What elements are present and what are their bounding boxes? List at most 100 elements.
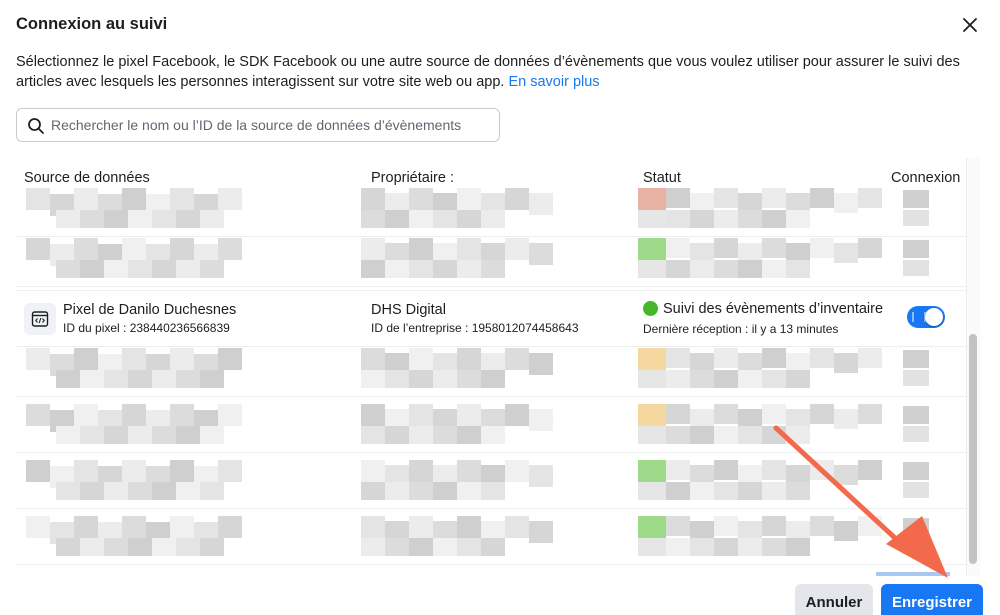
blurred-block [690, 426, 714, 444]
blurred-block [361, 516, 385, 538]
blurred-block [690, 370, 714, 388]
dialog-description: Sélectionnez le pixel Facebook, le SDK F… [16, 52, 976, 92]
blurred-block [529, 243, 553, 265]
blurred-block [385, 426, 409, 444]
blurred-block [26, 516, 50, 538]
blurred-block [176, 260, 200, 278]
blurred-block [714, 348, 738, 368]
blurred-block [122, 516, 146, 538]
row-divider [16, 286, 966, 287]
blurred-block [457, 538, 481, 556]
blurred-block [170, 460, 194, 482]
close-icon[interactable] [957, 12, 983, 38]
blurred-block [638, 404, 666, 426]
search-box[interactable] [16, 108, 500, 142]
save-button[interactable]: Enregistrer [881, 584, 983, 615]
blurred-block [152, 482, 176, 500]
blurred-block [409, 482, 433, 500]
blurred-block [56, 482, 80, 500]
search-input[interactable] [51, 109, 491, 141]
blurred-block [385, 260, 409, 278]
blurred-block [666, 426, 690, 444]
blurred-block [128, 482, 152, 500]
cancel-button[interactable]: Annuler [795, 584, 873, 615]
blurred-block [714, 460, 738, 480]
blurred-block [903, 370, 929, 386]
blurred-block [638, 348, 666, 370]
blurred-block [152, 210, 176, 228]
blurred-block [361, 426, 385, 444]
blurred-block [505, 460, 529, 482]
blurred-block [409, 460, 433, 482]
row-divider [16, 290, 966, 291]
blurred-block [638, 210, 666, 228]
connection-toggle[interactable] [907, 306, 945, 328]
blurred-block [457, 210, 481, 228]
description-text: Sélectionnez le pixel Facebook, le SDK F… [16, 54, 960, 90]
blurred-block [457, 516, 481, 538]
pixel-id: ID du pixel : 238440236566839 [63, 321, 230, 335]
blurred-block [457, 404, 481, 426]
blurred-block [786, 210, 810, 228]
blurred-block [122, 188, 146, 210]
blurred-block [433, 482, 457, 500]
blurred-block [218, 238, 242, 260]
header-status: Statut [643, 170, 681, 186]
blurred-block [762, 210, 786, 228]
blurred-block [858, 238, 882, 258]
blurred-block [903, 240, 929, 258]
blurred-block [56, 538, 80, 556]
blurred-block [457, 460, 481, 482]
blurred-block [26, 404, 50, 426]
blurred-block [128, 426, 152, 444]
blurred-block [122, 348, 146, 370]
blurred-block [433, 210, 457, 228]
blurred-block [529, 465, 553, 487]
blurred-block [176, 370, 200, 388]
blurred-block [457, 260, 481, 278]
learn-more-link[interactable]: En savoir plus [508, 74, 599, 90]
blurred-block [74, 348, 98, 370]
blurred-block [80, 370, 104, 388]
blurred-block [505, 404, 529, 426]
blurred-block [361, 238, 385, 260]
blurred-block [104, 426, 128, 444]
blurred-block [810, 238, 834, 258]
owner-id: ID de l’entreprise : 1958012074458643 [371, 321, 579, 335]
blurred-block [409, 404, 433, 426]
blurred-block [170, 516, 194, 538]
blurred-block [714, 210, 738, 228]
blurred-block [74, 460, 98, 482]
blurred-block [26, 460, 50, 482]
blurred-block [433, 260, 457, 278]
blurred-block [738, 538, 762, 556]
header-connection: Connexion [891, 170, 961, 186]
blurred-block [457, 188, 481, 210]
blurred-block [858, 188, 882, 208]
blurred-block [714, 516, 738, 536]
blurred-block [200, 426, 224, 444]
blurred-block [638, 370, 666, 388]
blurred-block [385, 538, 409, 556]
blurred-block [666, 460, 690, 480]
blurred-block [104, 538, 128, 556]
blurred-block [385, 210, 409, 228]
scrollbar-thumb[interactable] [969, 334, 977, 564]
status-text: Suivi des évènements d’inventaire [663, 301, 884, 317]
blurred-block [738, 260, 762, 278]
blurred-block [903, 260, 929, 276]
blurred-block [409, 210, 433, 228]
blurred-block [218, 188, 242, 210]
blurred-block [903, 350, 929, 368]
blurred-block [666, 370, 690, 388]
blurred-block [714, 188, 738, 208]
blurred-block [56, 210, 80, 228]
blurred-block [714, 538, 738, 556]
blurred-block [218, 348, 242, 370]
blurred-block [690, 482, 714, 500]
code-icon [24, 303, 56, 335]
blurred-block [666, 260, 690, 278]
blurred-block [505, 188, 529, 210]
blurred-block [762, 238, 786, 258]
blurred-block [128, 538, 152, 556]
